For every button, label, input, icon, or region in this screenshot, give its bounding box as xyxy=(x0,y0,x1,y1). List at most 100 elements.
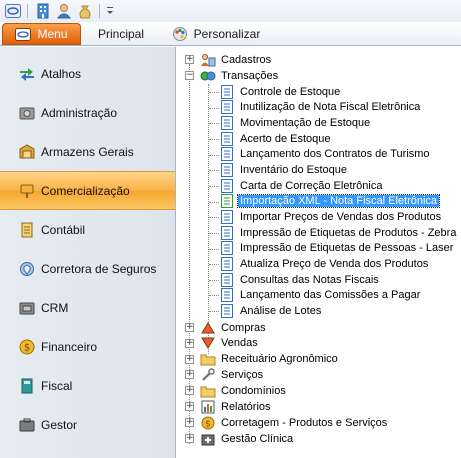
tree-connector xyxy=(209,217,219,219)
tree-node-label: Vendas xyxy=(221,337,258,350)
sign-icon xyxy=(19,183,35,199)
module-sidebar: Atalhos Administração Armazens Gerais Co… xyxy=(0,47,176,458)
document-icon xyxy=(219,256,235,271)
tree-node-relatorios[interactable]: Relatórios xyxy=(200,399,273,415)
tab-personalizar[interactable]: Personalizar xyxy=(161,23,271,45)
transactions-icon xyxy=(200,69,216,83)
sidebar-item-label: Contábil xyxy=(41,222,86,237)
money-bag-icon[interactable] xyxy=(76,3,93,19)
svg-text:$: $ xyxy=(205,419,211,429)
expand-cadastros[interactable]: + xyxy=(185,55,194,64)
tab-principal-label: Principal xyxy=(97,27,145,41)
expand-relatorios[interactable]: + xyxy=(185,402,194,412)
tree-node-condominios[interactable]: Condomínios xyxy=(200,383,288,399)
tree-item-carta-de-correcao-eletronica[interactable]: Carta de Correção Eletrônica xyxy=(219,178,384,194)
tree-connector xyxy=(209,123,219,125)
document-icon xyxy=(219,147,235,162)
tree-item-inventario-do-estoque[interactable]: Inventário do Estoque xyxy=(219,162,349,178)
sidebar-item-financeiro[interactable]: $ Financeiro xyxy=(0,327,175,366)
svg-text:$: $ xyxy=(24,342,30,353)
document-icon xyxy=(219,272,235,287)
expand-gestao-clinica[interactable]: + xyxy=(185,434,194,444)
tree-item-impressao-de-etiquetas-de-pessoas-laser[interactable]: Impressão de Etiquetas de Pessoas - Lase… xyxy=(219,241,455,257)
tree-node-transacoes[interactable]: Transações xyxy=(200,68,280,84)
tree-item-label: Controle de Estoque xyxy=(240,85,341,98)
document-icon xyxy=(219,288,235,303)
tree-node-label: Condomínios xyxy=(221,385,286,398)
tree-item-label: Carta de Correção Eletrônica xyxy=(240,179,383,192)
tree-node-label: Relatórios xyxy=(221,401,271,414)
tree-item-label: Inutilização de Nota Fiscal Eletrônica xyxy=(240,101,421,114)
document-icon xyxy=(219,84,235,99)
tree-item-movimentacao-de-estoque[interactable]: Movimentação de Estoque xyxy=(219,115,372,131)
tab-principal[interactable]: Principal xyxy=(81,23,161,45)
tab-menu-label: Menu xyxy=(37,27,68,41)
people-tools-icon xyxy=(200,53,216,67)
tree-item-label: Lançamento das Comissões a Pagar xyxy=(240,289,421,302)
document-icon xyxy=(219,241,235,256)
tab-menu[interactable]: Menu xyxy=(2,23,81,45)
document-icon xyxy=(219,116,235,131)
tree-node-cadastros[interactable]: Cadastros xyxy=(200,52,273,68)
tab-personalizar-label: Personalizar xyxy=(193,27,261,41)
tree-item-acerto-de-estoque[interactable]: Acerto de Estoque xyxy=(219,131,333,147)
expand-vendas[interactable]: + xyxy=(185,338,194,348)
sidebar-item-armazens-gerais[interactable]: Armazens Gerais xyxy=(0,132,175,171)
tree-connector xyxy=(209,264,219,266)
app-logo-icon[interactable] xyxy=(4,3,21,19)
tree-node-servicos[interactable]: Serviços xyxy=(200,367,265,383)
tree-item-inutilizacao-de-nota-fiscal-eletronica[interactable]: Inutilização de Nota Fiscal Eletrônica xyxy=(219,100,422,116)
tree-item-lancamento-das-comissoes-a-pagar[interactable]: Lançamento das Comissões a Pagar xyxy=(219,287,422,303)
fiscal-book-icon xyxy=(19,378,35,394)
tree-node-gestao-clinica[interactable]: Gestão Clínica xyxy=(200,431,295,447)
sidebar-item-comercializacao[interactable]: Comercialização xyxy=(0,171,175,210)
user-icon[interactable] xyxy=(55,3,72,19)
sidebar-item-contabil[interactable]: Contábil xyxy=(0,210,175,249)
tree-item-controle-de-estoque[interactable]: Controle de Estoque xyxy=(219,84,342,100)
tree-node-label: Serviços xyxy=(221,369,264,382)
tree-item-label: Impressão de Etiquetas de Produtos - Zeb… xyxy=(240,226,457,239)
window-icon xyxy=(15,27,32,41)
expand-receituario-agronomico[interactable]: + xyxy=(185,354,194,364)
sidebar-item-atalhos[interactable]: Atalhos xyxy=(0,54,175,93)
tree-item-label: Inventário do Estoque xyxy=(240,164,348,177)
tree-item-label: Impressão de Etiquetas de Pessoas - Lase… xyxy=(240,242,454,255)
expand-condominios[interactable]: + xyxy=(185,386,194,396)
sales-icon xyxy=(200,336,216,350)
sidebar-item-administracao[interactable]: Administração xyxy=(0,93,175,132)
tree-connector xyxy=(209,279,219,281)
tree-item-label: Importar Preços de Vendas dos Produtos xyxy=(240,210,442,223)
sidebar-item-fiscal[interactable]: Fiscal xyxy=(0,366,175,405)
collapse-transacoes[interactable]: − xyxy=(185,71,194,80)
tree-node-vendas[interactable]: Vendas xyxy=(200,336,260,352)
tree-connector xyxy=(209,170,219,172)
tree-item-importar-precos-de-vendas-dos-produtos[interactable]: Importar Preços de Vendas dos Produtos xyxy=(219,209,443,225)
tree-connector xyxy=(209,154,219,156)
tree-connector xyxy=(208,84,209,354)
toolbar-separator xyxy=(27,4,28,18)
document-icon xyxy=(219,100,235,115)
toolbar-separator xyxy=(99,4,100,18)
sidebar-item-label: Gestor xyxy=(41,417,78,432)
tree-node-compras[interactable]: Compras xyxy=(200,320,268,336)
tree-item-label: Movimentação de Estoque xyxy=(240,117,371,130)
sidebar-item-gestor[interactable]: Gestor xyxy=(0,405,175,444)
sidebar-item-crm[interactable]: CRM xyxy=(0,288,175,327)
expand-servicos[interactable]: + xyxy=(185,370,194,380)
tree-node-corretagem-produtos-e-servicos[interactable]: $ Corretagem - Produtos e Serviços xyxy=(200,415,389,431)
tree-item-lancamento-dos-contratos-de-turismo[interactable]: Lançamento dos Contratos de Turismo xyxy=(219,147,432,163)
tree-connector xyxy=(209,92,219,93)
expand-compras[interactable]: + xyxy=(185,322,194,332)
customize-dropdown-icon[interactable] xyxy=(106,3,114,19)
tree-item-importacao-xml-nota-fiscal-eletronica[interactable]: Importação XML - Nota Fiscal Eletrônica xyxy=(219,194,441,210)
building-icon[interactable] xyxy=(34,3,51,19)
expand-corretagem-produtos-e-servicos[interactable]: + xyxy=(185,418,194,428)
reports-icon xyxy=(200,400,216,414)
tree-item-atualiza-preco-de-venda-dos-produtos[interactable]: Atualiza Preço de Venda dos Produtos xyxy=(219,256,430,272)
sidebar-item-label: Financeiro xyxy=(41,339,98,354)
tree-item-impressao-de-etiquetas-de-produtos-zebra[interactable]: Impressão de Etiquetas de Produtos - Zeb… xyxy=(219,225,458,241)
tree-item-analise-de-lotes[interactable]: Análise de Lotes xyxy=(219,303,323,319)
tree-node-receituario-agronomico[interactable]: Receituário Agronômico xyxy=(200,352,340,368)
sidebar-item-corretora-de-seguros[interactable]: Corretora de Seguros xyxy=(0,249,175,288)
tree-item-consultas-das-notas-fiscais[interactable]: Consultas das Notas Fiscais xyxy=(219,272,381,288)
